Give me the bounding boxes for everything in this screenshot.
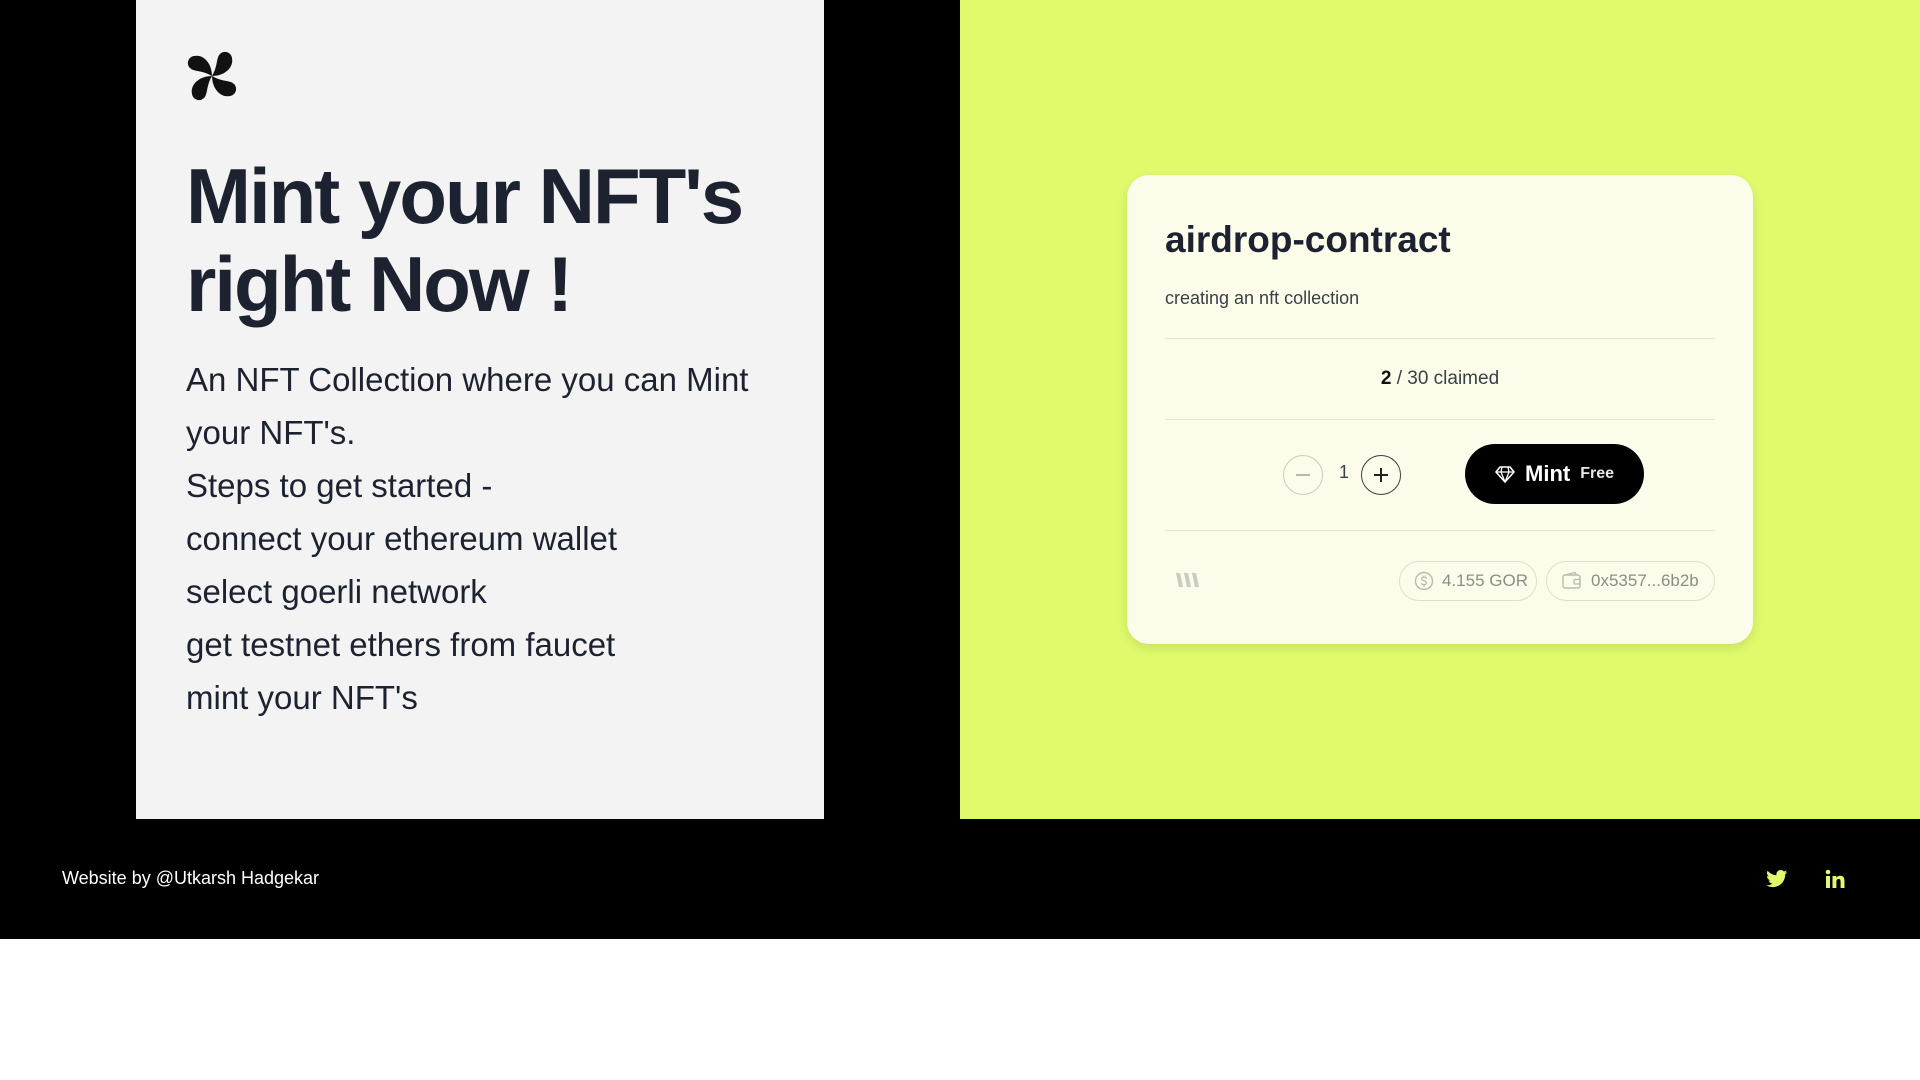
site-footer: Website by @Utkarsh Hadgekar [0, 819, 1920, 939]
divider [1165, 338, 1715, 339]
minus-icon [1296, 474, 1310, 476]
divider [1165, 419, 1715, 420]
dollar-circle-icon [1414, 571, 1434, 591]
intro-panel: Mint your NFT's right Now ! An NFT Colle… [136, 0, 824, 819]
quantity-value: 1 [1338, 462, 1349, 482]
linkedin-icon [1825, 869, 1845, 888]
main-section: Mint your NFT's right Now ! An NFT Colle… [0, 0, 1920, 819]
twitter-icon [1766, 870, 1788, 888]
wallet-address-button[interactable]: 0x5357...6b2b [1546, 561, 1715, 601]
claimed-counter: 2 / 30 claimed [1165, 368, 1715, 390]
mint-button-label: Mint [1525, 461, 1571, 486]
balance-value: 4.155 GOR [1442, 571, 1528, 590]
plus-icon-vertical [1380, 468, 1382, 482]
quantity-selector: 1 Mint Free [1165, 444, 1715, 506]
mint-button[interactable]: Mint Free [1465, 444, 1644, 504]
hero-title-line: Mint your NFT's [186, 152, 744, 240]
instruction-line: An NFT Collection where you can Mint [186, 361, 749, 398]
instruction-line: your NFT's. [186, 414, 356, 451]
increase-quantity-button[interactable] [1361, 455, 1401, 495]
twitter-link[interactable] [1765, 867, 1789, 891]
thirdweb-logo-icon [1176, 573, 1199, 587]
wallet-address: 0x5357...6b2b [1591, 571, 1699, 590]
instruction-line: mint your NFT's [186, 679, 418, 716]
divider [1165, 530, 1715, 531]
four-petal-swirl-logo-icon [187, 51, 237, 101]
instruction-line: connect your ethereum wallet [186, 520, 618, 557]
wallet-icon [1562, 571, 1581, 589]
mint-card: airdrop-contract creating an nft collect… [1127, 175, 1753, 644]
claimed-total: / 30 claimed [1396, 368, 1500, 389]
hero-title-line: right Now ! [186, 240, 573, 328]
instruction-line: get testnet ethers from faucet [186, 626, 616, 663]
instruction-line: Steps to get started - [186, 467, 493, 504]
hero-title: Mint your NFT's right Now ! [186, 152, 786, 328]
contract-title: airdrop-contract [1165, 219, 1451, 260]
contract-description: creating an nft collection [1165, 288, 1360, 308]
mint-panel: airdrop-contract creating an nft collect… [960, 0, 1920, 819]
footer-credit: Website by @Utkarsh Hadgekar [62, 868, 320, 888]
linkedin-link[interactable] [1823, 867, 1847, 891]
instructions-text: An NFT Collection where you can Mint you… [186, 353, 786, 724]
diamond-icon [1495, 466, 1515, 483]
instruction-line: select goerli network [186, 573, 487, 610]
decrease-quantity-button[interactable] [1283, 455, 1323, 495]
mint-price-label: Free [1580, 465, 1614, 482]
wallet-info-row: 4.155 GOR 0x5357...6b2b [1165, 560, 1715, 602]
balance-badge: 4.155 GOR [1399, 561, 1537, 601]
claimed-count: 2 [1380, 368, 1392, 389]
